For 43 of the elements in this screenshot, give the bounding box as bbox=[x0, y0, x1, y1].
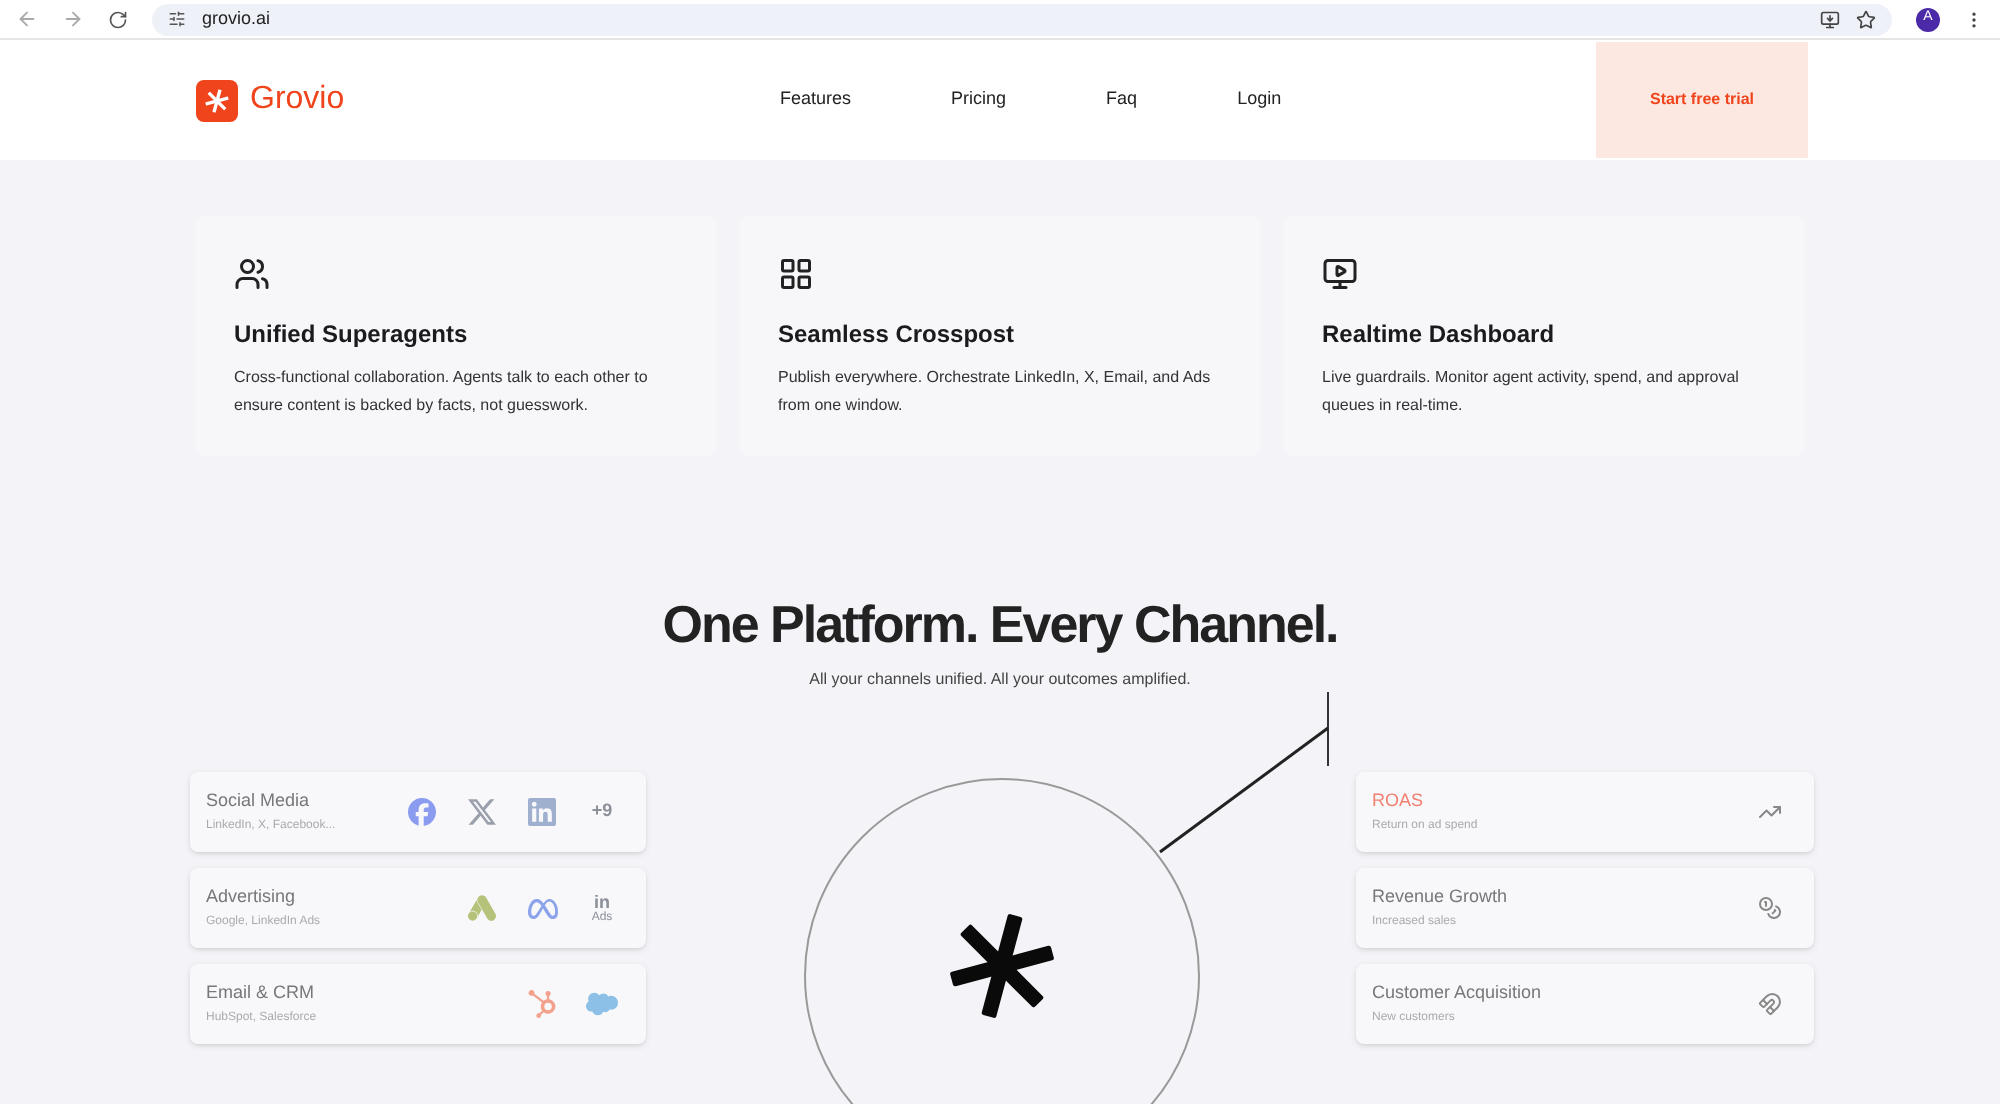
feature-description: Publish everywhere. Orchestrate LinkedIn, X, Email, and Ads from one window. bbox=[778, 366, 1213, 418]
channel-title: Email & CRM bbox=[206, 979, 317, 1006]
section-subtitle: All your channels unified. All your outcomes amplified. bbox=[807, 668, 1193, 692]
feature-title: Unified Superagents bbox=[234, 318, 470, 352]
address-bar[interactable]: grovio.ai bbox=[152, 3, 1892, 35]
x-icon bbox=[468, 798, 496, 826]
cloud-icon bbox=[586, 988, 618, 1020]
asterisk-logo-icon bbox=[944, 908, 1060, 1024]
outcome-title: ROAS bbox=[1372, 787, 1426, 814]
start-trial-button[interactable]: Start free trial bbox=[1596, 42, 1808, 158]
brand-name[interactable]: Grovio bbox=[250, 76, 345, 124]
magnet-icon bbox=[1758, 992, 1782, 1016]
channel-title: Advertising bbox=[206, 883, 298, 910]
feature-title: Seamless Crosspost bbox=[778, 318, 1017, 352]
feature-title: Realtime Dashboard bbox=[1322, 318, 1557, 352]
facebook-icon bbox=[408, 798, 436, 826]
channel-title: Social Media bbox=[206, 787, 312, 814]
section-title: One Platform. Every Channel. bbox=[660, 592, 1340, 656]
coins-icon bbox=[1758, 896, 1782, 920]
ads-icon bbox=[468, 894, 496, 922]
url-text: grovio.ai bbox=[202, 5, 271, 32]
nav-link[interactable]: Login bbox=[1237, 86, 1282, 114]
hubspot-icon bbox=[528, 990, 556, 1018]
widgets-icon bbox=[778, 256, 814, 292]
linkedin-icon bbox=[528, 798, 556, 826]
feature-description: Live guardrails. Monitor agent activity, spend, and approval queues in real-time. bbox=[1322, 366, 1741, 418]
infinity-icon bbox=[527, 893, 557, 923]
trending-up-icon bbox=[1758, 800, 1782, 824]
asterisk-logo-icon bbox=[204, 87, 230, 113]
more-count: +9 bbox=[589, 798, 615, 825]
site-settings-icon[interactable] bbox=[168, 10, 186, 28]
feature-description: Cross-functional collaboration. Agents talk to each other to ensure content is backed by facts, not guesswork. bbox=[234, 366, 650, 418]
nav-link[interactable]: Faq bbox=[1106, 86, 1138, 114]
nav-link[interactable]: Features bbox=[780, 86, 852, 114]
bookmark-icon[interactable] bbox=[1856, 9, 1876, 29]
users-icon bbox=[234, 256, 270, 292]
install-icon[interactable] bbox=[1820, 9, 1840, 29]
outcome-title: Customer Acquisition bbox=[1372, 979, 1544, 1006]
nav-link[interactable]: Pricing bbox=[951, 86, 1007, 114]
monitor-play-icon bbox=[1322, 256, 1358, 292]
brand-logo[interactable] bbox=[196, 79, 238, 121]
outcome-title: Revenue Growth bbox=[1372, 883, 1510, 910]
reload-icon[interactable] bbox=[108, 9, 128, 29]
